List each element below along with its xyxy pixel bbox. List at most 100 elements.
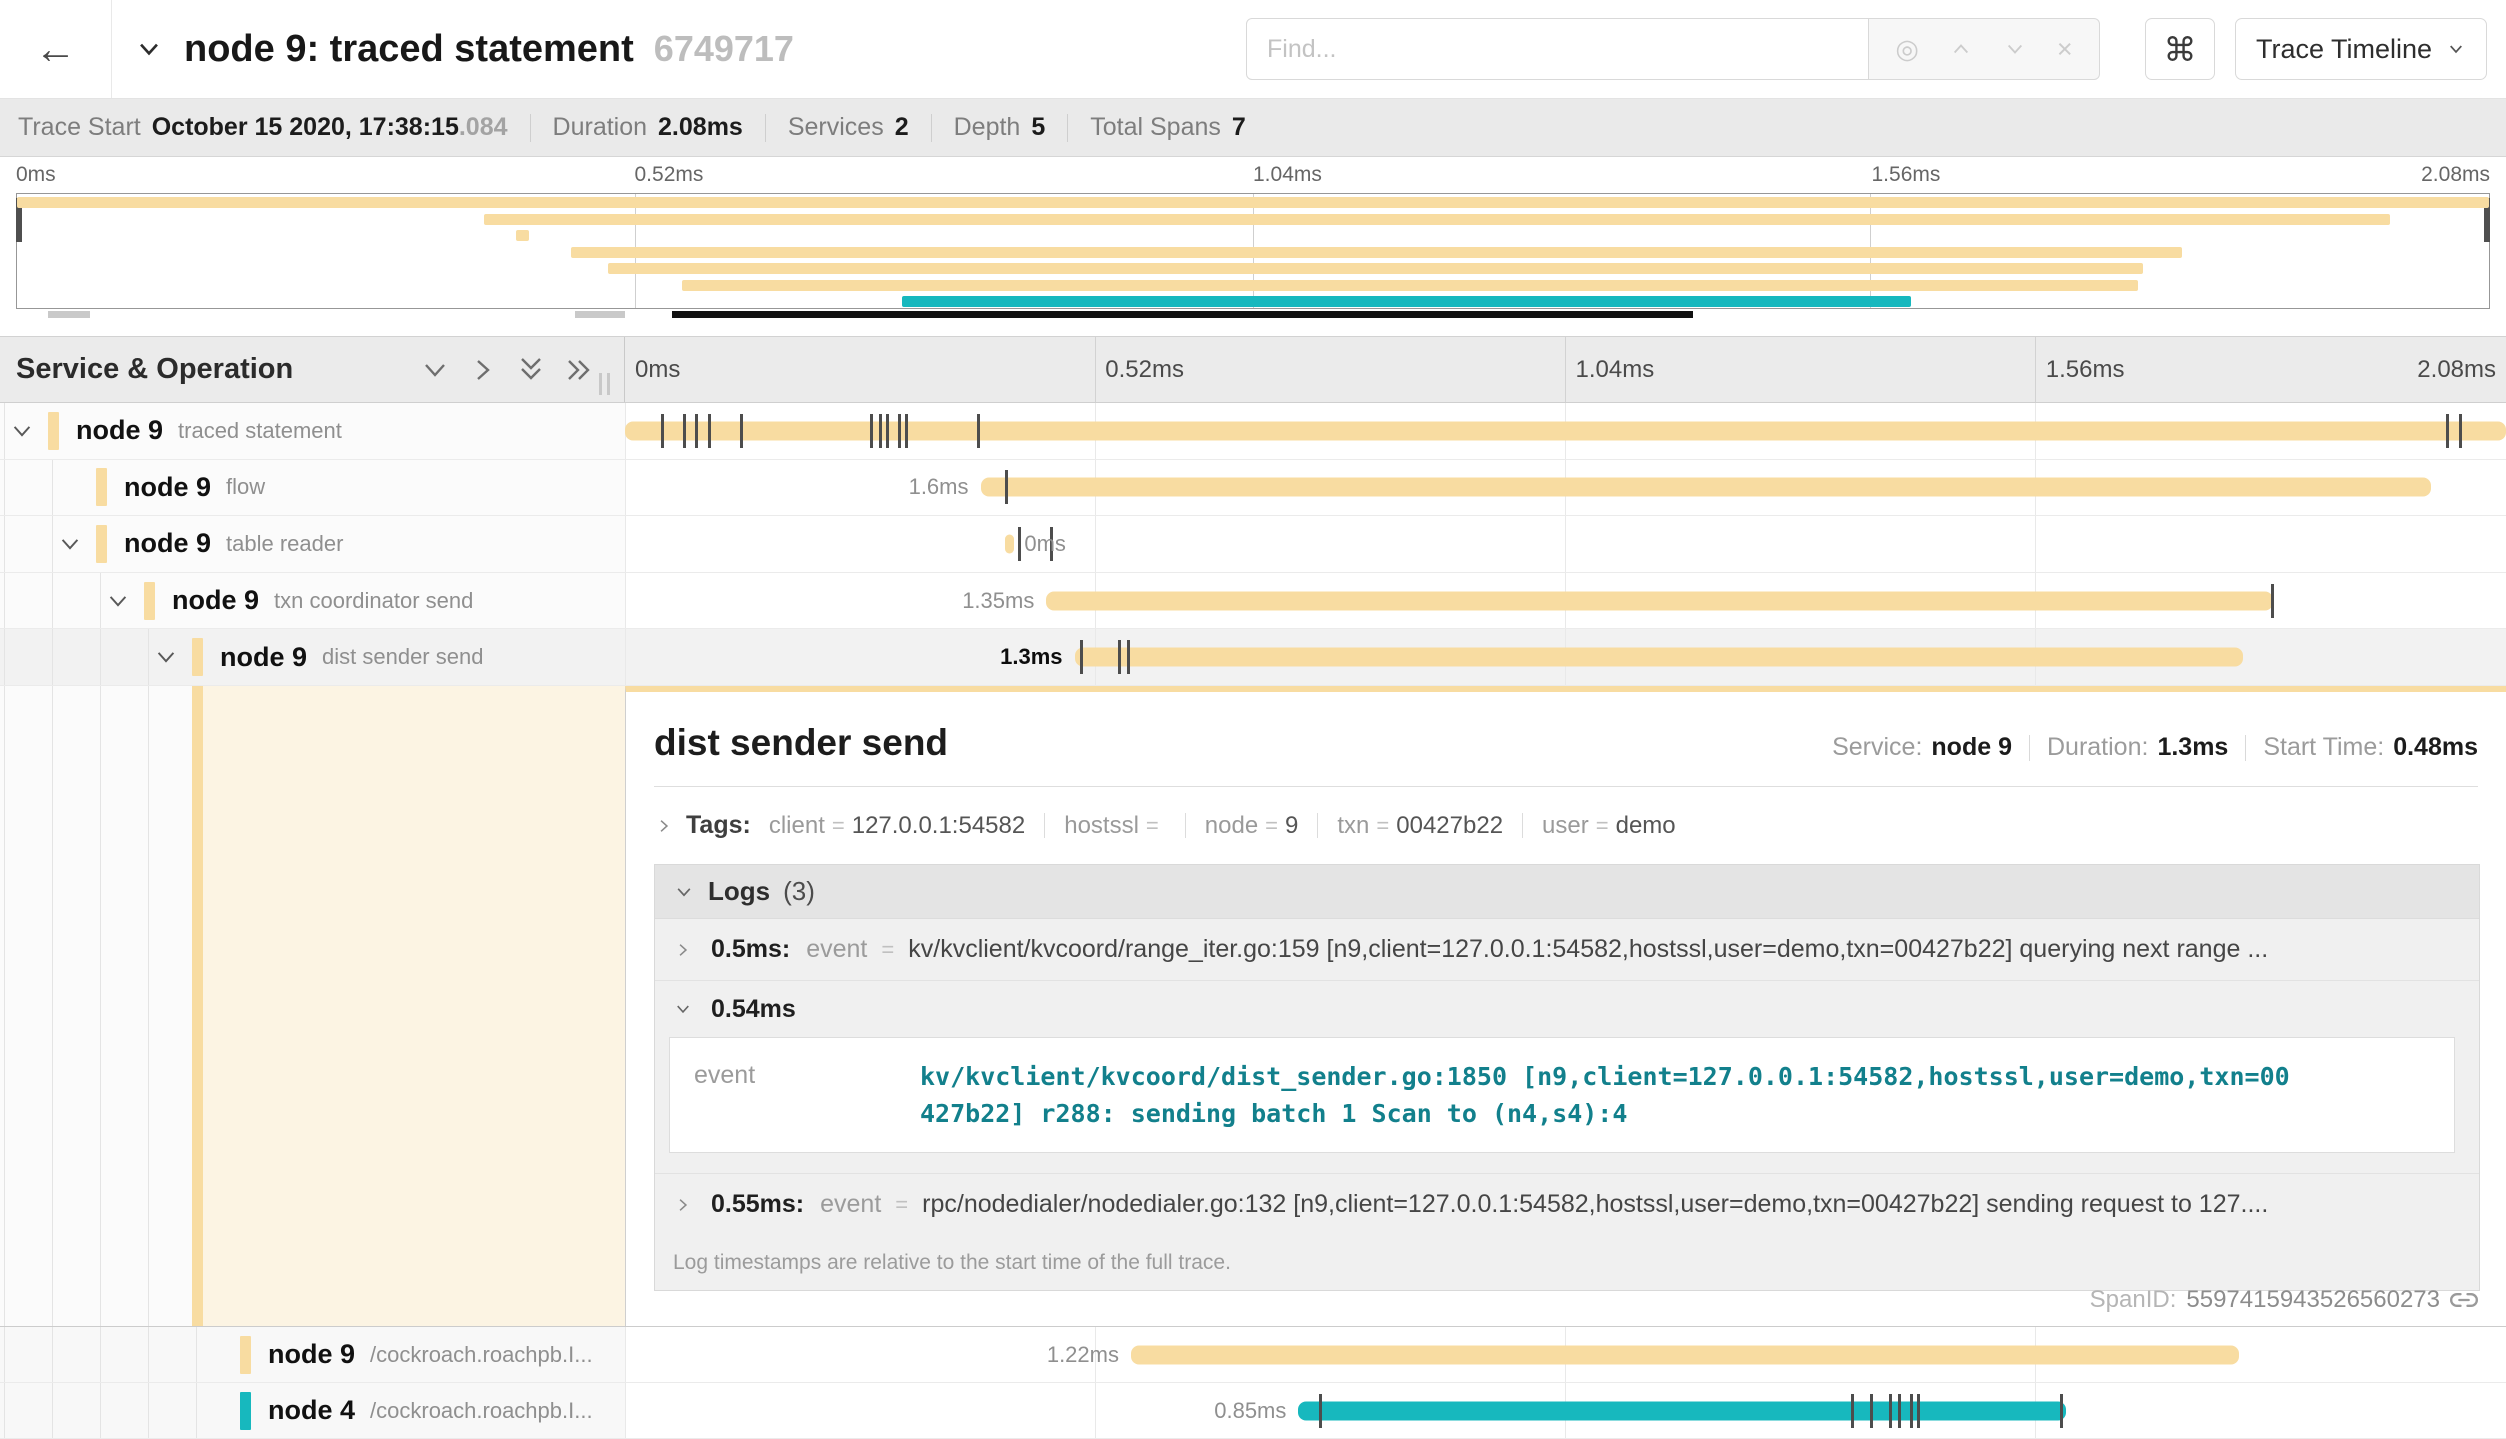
detail-meta-label: Service: <box>1832 733 1922 762</box>
log-field-value: kv/kvclient/kvcoord/range_iter.go:159 [n… <box>908 935 2461 964</box>
double-chevron-right-icon[interactable] <box>562 353 596 387</box>
span-duration-bar[interactable] <box>1075 648 2243 667</box>
span-timeline-cell[interactable]: 1.22ms <box>625 1327 2506 1382</box>
summary-label: Total Spans <box>1090 113 1221 142</box>
span-log-tick <box>683 414 686 448</box>
time-tick-label: 1.56ms <box>2046 337 2125 402</box>
time-tick-label: 1.04ms <box>1253 163 1322 187</box>
time-tick-label: 0.52ms <box>635 163 704 187</box>
indent-guide <box>4 516 5 572</box>
find-input[interactable] <box>1246 18 1869 80</box>
span-duration-label: 0.85ms <box>1214 1383 1286 1438</box>
span-service-name: node 9 <box>268 1339 355 1370</box>
tags-row[interactable]: Tags:client=127.0.0.1:54582hostssl=node=… <box>654 811 2478 840</box>
indent-guide <box>52 460 53 516</box>
span-row-label-cell[interactable]: node 9table reader <box>0 516 625 572</box>
span-timeline-cell[interactable]: 0.85ms <box>625 1383 2506 1438</box>
column-resize-handle[interactable] <box>599 373 610 395</box>
span-color-bar <box>144 582 155 620</box>
log-field-key: event <box>820 1190 881 1219</box>
indent-guide <box>148 686 149 1326</box>
span-id-label: SpanID: <box>2090 1286 2177 1314</box>
keyboard-shortcuts-button[interactable]: ⌘ <box>2145 18 2215 80</box>
chevron-down-icon[interactable] <box>2003 37 2027 61</box>
span-timeline-cell[interactable]: 1.6ms <box>625 460 2506 516</box>
log-entry-expanded-header[interactable]: 0.54ms <box>655 981 2479 1037</box>
span-log-tick <box>1889 1394 1892 1428</box>
span-timeline-cell[interactable]: 0ms <box>625 516 2506 572</box>
indent-guide <box>148 1383 149 1438</box>
span-duration-label: 1.35ms <box>962 573 1034 629</box>
minimap-span-bar <box>516 230 528 241</box>
span-timeline-cell[interactable] <box>625 403 2506 459</box>
chevron-down-icon[interactable] <box>134 34 164 64</box>
summary-value: 5 <box>1031 113 1045 142</box>
span-duration-bar[interactable] <box>981 478 2431 497</box>
back-button[interactable]: ← <box>0 0 112 98</box>
time-tick-label: 1.04ms <box>1576 337 1655 402</box>
span-row-label-cell[interactable]: node 9flow <box>0 460 625 516</box>
span-log-tick <box>1898 1394 1901 1428</box>
logs-header[interactable]: Logs (3) <box>655 865 2479 919</box>
span-row-label-cell[interactable]: node 9/cockroach.roachpb.I... <box>0 1327 625 1382</box>
tag-key: hostssl <box>1064 812 1139 839</box>
span-duration-bar[interactable] <box>1131 1345 2239 1364</box>
detail-meta-value: node 9 <box>1931 733 2012 762</box>
chevron-right-icon[interactable] <box>466 353 500 387</box>
span-operation-name: /cockroach.roachpb.I... <box>370 1398 593 1424</box>
span-row[interactable]: node 9flow1.6ms <box>0 460 2506 517</box>
chevron-down-icon[interactable] <box>104 587 132 615</box>
span-log-tick <box>1118 640 1121 674</box>
span-timeline-cell[interactable]: 1.35ms <box>625 573 2506 629</box>
logs-count: (3) <box>783 876 815 907</box>
log-entry[interactable]: 0.55ms:event=rpc/nodedialer/nodedialer.g… <box>655 1173 2479 1235</box>
detail-meta-label: Start Time: <box>2263 733 2384 762</box>
span-row-label-cell[interactable]: node 9dist sender send <box>0 629 625 685</box>
span-log-tick <box>1851 1394 1854 1428</box>
log-fields-table: eventkv/kvclient/kvcoord/dist_sender.go:… <box>669 1037 2455 1153</box>
indent-guide <box>4 1327 5 1382</box>
minimap-viewport[interactable] <box>16 193 2490 309</box>
horizontal-scrollbar-thumb[interactable] <box>672 311 1694 318</box>
chevron-down-icon[interactable] <box>152 643 180 671</box>
chevron-up-icon[interactable] <box>1949 37 1973 61</box>
scrollbar-handle[interactable] <box>575 311 624 318</box>
chevron-down-icon[interactable] <box>8 417 36 445</box>
indent-guide <box>4 686 5 1326</box>
chevron-down-icon[interactable] <box>418 353 452 387</box>
span-row[interactable]: node 9/cockroach.roachpb.I...1.22ms <box>0 1327 2506 1383</box>
logs-title: Logs <box>708 876 770 907</box>
span-row[interactable]: node 9dist sender send1.3ms <box>0 629 2506 686</box>
scrollbar-handle[interactable] <box>48 311 90 318</box>
span-duration-bar[interactable] <box>1046 591 2272 610</box>
double-chevron-down-icon[interactable] <box>514 353 548 387</box>
span-duration-bar[interactable] <box>1298 1401 2065 1420</box>
summary-label: Trace Start <box>18 113 141 142</box>
span-duration-bar[interactable] <box>1005 534 1014 553</box>
tag-item: client=127.0.0.1:54582 <box>769 812 1025 840</box>
divider <box>530 114 531 142</box>
close-icon[interactable]: × <box>2057 36 2073 63</box>
span-row-label-cell[interactable]: node 9traced statement <box>0 403 625 459</box>
time-tick-label: 1.56ms <box>1872 163 1941 187</box>
span-timeline-cell[interactable]: 1.3ms <box>625 629 2506 685</box>
span-row-label-cell[interactable]: node 9txn coordinator send <box>0 573 625 629</box>
span-row-label-cell[interactable]: node 4/cockroach.roachpb.I... <box>0 1383 625 1438</box>
view-selector-button[interactable]: Trace Timeline <box>2235 18 2487 80</box>
span-rows-bottom: node 9/cockroach.roachpb.I...1.22msnode … <box>0 1327 2506 1439</box>
log-entry[interactable]: 0.5ms:event=kv/kvclient/kvcoord/range_it… <box>655 919 2479 981</box>
chevron-down-icon[interactable] <box>56 530 84 558</box>
chevron-right-icon <box>673 1195 693 1215</box>
link-icon[interactable] <box>2450 1286 2478 1314</box>
locate-icon[interactable]: ◎ <box>1895 36 1919 63</box>
service-operation-title: Service & Operation <box>16 337 293 402</box>
span-service-name: node 9 <box>124 528 211 559</box>
span-color-bar <box>240 1392 251 1430</box>
span-service-name: node 9 <box>220 642 307 673</box>
span-row[interactable]: node 4/cockroach.roachpb.I... 0.85ms <box>0 1383 2506 1439</box>
logs-section: Logs (3) 0.5ms:event=kv/kvclient/kvcoord… <box>654 864 2480 1291</box>
span-row[interactable]: node 9table reader0ms <box>0 516 2506 573</box>
span-row[interactable]: node 9txn coordinator send 1.35ms <box>0 573 2506 630</box>
span-row[interactable]: node 9traced statement <box>0 403 2506 460</box>
tag-item: hostssl= <box>1064 812 1166 840</box>
